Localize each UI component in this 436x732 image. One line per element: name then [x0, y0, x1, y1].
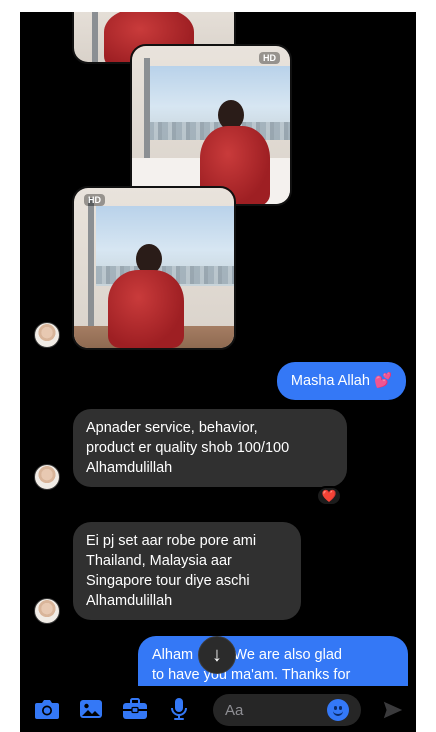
message-line: Alham ah. We are also glad — [152, 647, 342, 663]
message-line: Thailand, Malaysia aar — [86, 553, 232, 569]
avatar[interactable] — [34, 322, 60, 348]
gallery-icon — [80, 700, 102, 718]
message-line: Alhamdulillah — [86, 593, 173, 609]
message-line: product er quality shob 100/100 — [86, 440, 290, 456]
message-bubble-incoming[interactable]: Apnader service, behavior, product er qu… — [73, 409, 347, 487]
arrow-down-icon: ↓ — [212, 643, 222, 666]
heart-reaction[interactable]: ❤️ — [316, 486, 342, 506]
message-input[interactable]: Aa — [213, 694, 361, 726]
heart-icon: ❤️ — [321, 489, 337, 503]
toolbox-icon — [123, 698, 147, 719]
toolbox-button[interactable] — [118, 692, 152, 726]
message-line: to have you ma'am. Thanks for — [152, 667, 351, 683]
hd-badge: HD — [259, 52, 280, 64]
message-text: Masha Allah 💕 — [290, 373, 392, 389]
chat-screen: HD HD Masha Allah 💕 Apnader service, beh… — [20, 12, 416, 732]
camera-button[interactable] — [30, 692, 64, 726]
microphone-icon — [171, 698, 187, 720]
gallery-button[interactable] — [74, 692, 108, 726]
smile-icon[interactable] — [327, 699, 349, 721]
camera-icon — [35, 700, 59, 719]
avatar[interactable] — [34, 464, 60, 490]
hd-badge: HD — [84, 194, 105, 206]
message-line: Alhamdulillah — [86, 460, 173, 476]
scroll-to-bottom-button[interactable]: ↓ — [198, 636, 236, 674]
message-input-placeholder: Aa — [225, 701, 244, 719]
photo-window-left[interactable]: HD — [72, 186, 236, 350]
message-line: Apnader service, behavior, — [86, 420, 258, 436]
message-bubble-outgoing[interactable]: Alham ah. We are also glad to have you m… — [138, 636, 408, 692]
message-bubble-outgoing[interactable]: Masha Allah 💕 — [276, 362, 406, 400]
message-line: Singapore tour diye aschi — [86, 573, 250, 589]
message-line: Ei pj set aar robe pore ami — [86, 533, 257, 549]
message-bubble-incoming[interactable]: Ei pj set aar robe pore ami Thailand, Ma… — [73, 522, 301, 620]
avatar[interactable] — [34, 598, 60, 624]
composer-bar: Aa — [20, 686, 416, 732]
photo-window-right[interactable]: HD — [130, 44, 292, 206]
send-icon[interactable] — [382, 699, 404, 721]
microphone-button[interactable] — [162, 692, 196, 726]
